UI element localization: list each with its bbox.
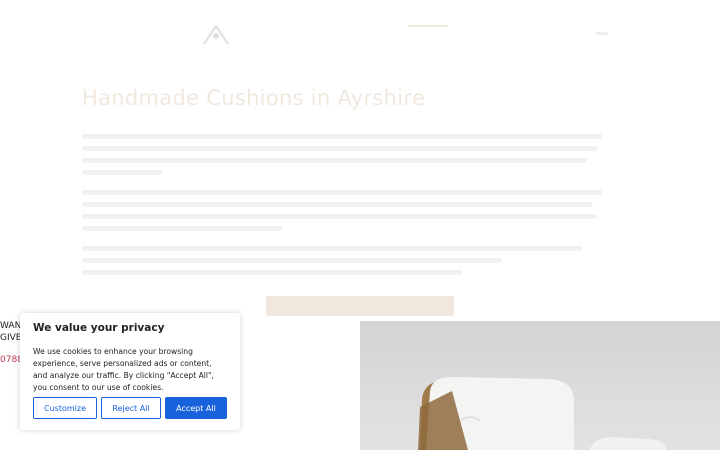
cookie-description: We use cookies to enhance your browsing … (33, 347, 214, 392)
cushion-illustration (418, 377, 666, 450)
cookie-actions: Customize Reject All Accept All (33, 397, 227, 419)
customize-button[interactable]: Customize (33, 397, 97, 419)
contact-button[interactable] (266, 296, 454, 316)
accept-all-button[interactable]: Accept All (165, 397, 227, 419)
cookie-title: We value your privacy (33, 322, 165, 334)
nav-active-indicator (408, 25, 448, 27)
logo-icon (203, 24, 229, 45)
page-heading: Handmade Cushions in Ayrshire (82, 86, 426, 110)
cookie-consent-banner: We value your privacy We use cookies to … (20, 313, 240, 430)
product-image (360, 321, 720, 450)
nav-menu-icon[interactable] (596, 32, 608, 35)
page: Handmade Cushions in Ayrshire WANT GIVE … (0, 0, 720, 450)
reject-all-button[interactable]: Reject All (101, 397, 161, 419)
